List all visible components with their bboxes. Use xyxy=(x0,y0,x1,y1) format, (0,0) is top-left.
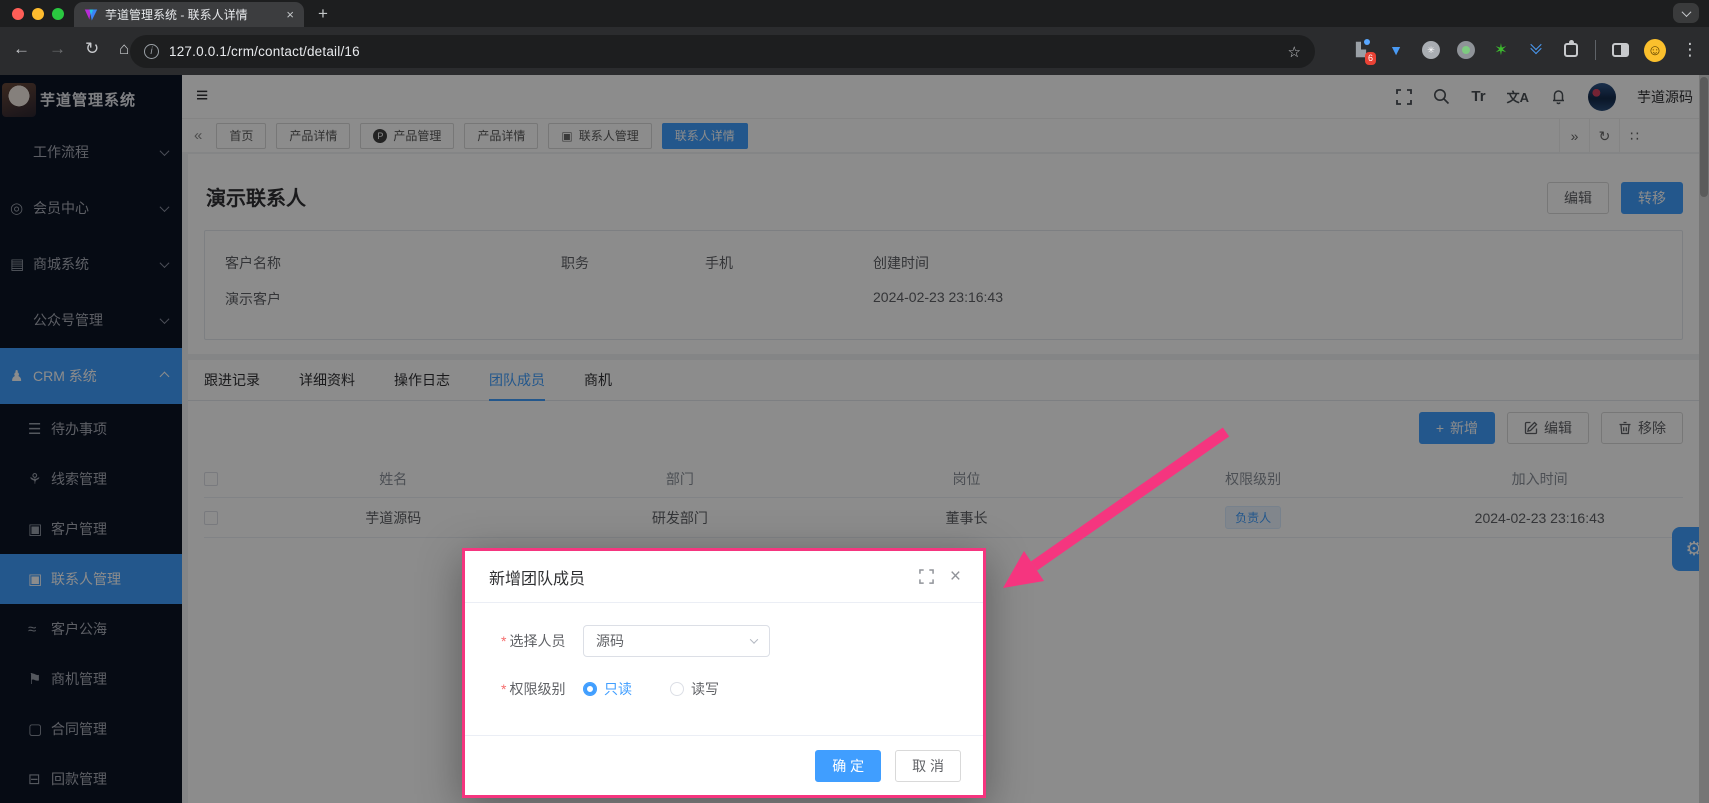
person-field-label: 选择人员 xyxy=(509,633,565,649)
bookmark-star-icon[interactable]: ☆ xyxy=(1288,43,1301,61)
star-extension-icon[interactable]: ✶ xyxy=(1490,39,1512,61)
stats-extension-icon[interactable]: ▙ 6 xyxy=(1350,39,1372,61)
address-bar[interactable]: i 127.0.0.1/crm/contact/detail/16 ☆ xyxy=(130,35,1315,68)
window-zoom-button[interactable] xyxy=(52,8,64,20)
site-info-icon[interactable]: i xyxy=(144,44,159,59)
tab-title: 芋道管理系统 - 联系人详情 xyxy=(105,6,279,23)
back-button[interactable]: ← xyxy=(13,39,30,59)
level-field-label: 权限级别 xyxy=(509,681,565,697)
new-tab-button[interactable]: + xyxy=(318,3,328,25)
browser-toolbar: ← → ↻ ⌂ i 127.0.0.1/crm/contact/detail/1… xyxy=(0,27,1709,75)
tab-close-icon[interactable]: × xyxy=(286,7,294,22)
dialog-title: 新增团队成员 xyxy=(489,565,585,589)
browser-tab[interactable]: 芋道管理系统 - 联系人详情 × xyxy=(74,2,304,27)
round-extension-icon[interactable]: ✳ xyxy=(1420,39,1442,61)
cancel-button[interactable]: 取 消 xyxy=(895,750,961,782)
person-select[interactable]: 源码 xyxy=(583,625,770,657)
required-mark: * xyxy=(501,633,506,649)
extensions-row: ▙ 6 ▼ ✳ ✶ ☺ ⋮ xyxy=(1350,39,1701,61)
url-text: 127.0.0.1/crm/contact/detail/16 xyxy=(169,44,360,59)
recorder-extension-icon[interactable] xyxy=(1455,39,1477,61)
extensions-puzzle-icon[interactable] xyxy=(1560,39,1582,61)
window-minimize-button[interactable] xyxy=(32,8,44,20)
radio-readonly[interactable]: 只读 xyxy=(583,679,632,699)
tab-search-chevron[interactable] xyxy=(1673,3,1699,23)
side-panel-icon[interactable] xyxy=(1609,39,1631,61)
select-chevron-icon xyxy=(750,635,758,643)
add-team-member-dialog: 新增团队成员 × *选择人员 源码 *权限级别 只读 xyxy=(462,548,986,798)
radio-dot xyxy=(670,682,684,696)
home-button[interactable]: ⌂ xyxy=(119,39,129,59)
dialog-close-icon[interactable]: × xyxy=(950,567,961,586)
window-close-button[interactable] xyxy=(12,8,24,20)
profile-avatar[interactable]: ☺ xyxy=(1644,39,1666,61)
required-mark: * xyxy=(501,681,506,697)
devtools-extension-icon[interactable]: ▼ xyxy=(1385,39,1407,61)
browser-tab-strip: 芋道管理系统 - 联系人详情 × + xyxy=(0,0,1709,27)
reload-button[interactable]: ↻ xyxy=(85,39,99,59)
browser-menu-icon[interactable]: ⋮ xyxy=(1679,39,1701,61)
extension-badge: 6 xyxy=(1365,52,1376,65)
person-select-value: 源码 xyxy=(596,631,624,651)
radio-dot xyxy=(583,682,597,696)
forward-button[interactable]: → xyxy=(49,39,66,59)
toolbar-divider xyxy=(1595,40,1596,60)
confirm-button[interactable]: 确 定 xyxy=(815,750,881,782)
site-favicon xyxy=(84,8,98,22)
radio-readwrite[interactable]: 读写 xyxy=(670,679,719,699)
app-viewport: 芋道管理系统 工作流程 ◎ 会员中心 ▤ 商城系统 公众号管理 xyxy=(0,75,1709,803)
chevron-extension-icon[interactable] xyxy=(1525,39,1547,61)
dialog-fullscreen-icon[interactable] xyxy=(919,569,934,584)
